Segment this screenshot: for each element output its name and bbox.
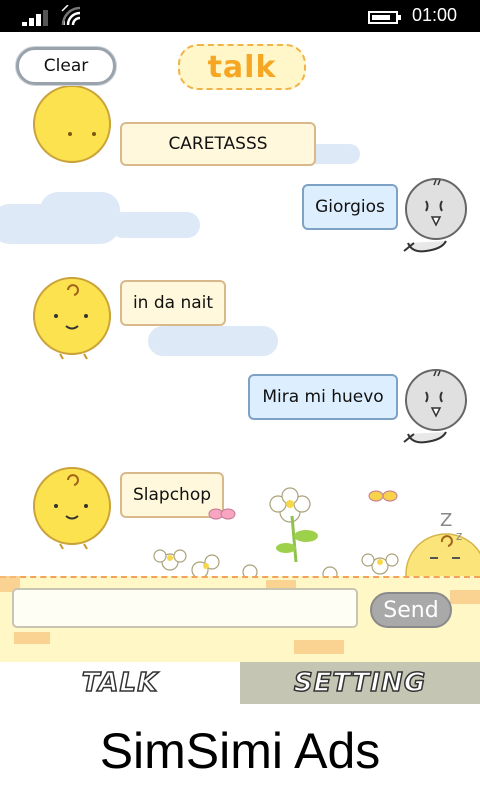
clock: 01:00 (412, 5, 458, 25)
input-area: Send (0, 576, 480, 662)
input-band-decoration (294, 640, 344, 654)
send-button[interactable]: Send (370, 592, 452, 628)
input-band-decoration (450, 590, 480, 604)
message-input[interactable] (12, 588, 358, 628)
status-bar: 01:00 (0, 0, 480, 32)
simsimi-avatar-icon (33, 85, 111, 166)
user-avatar-icon (403, 369, 467, 444)
clear-button[interactable]: Clear (16, 47, 116, 85)
input-band-decoration (14, 632, 50, 644)
user-message-bubble: Mira mi huevo (248, 374, 398, 420)
bot-message-bubble: in da nait (120, 280, 226, 326)
bot-message-bubble: CARETASSS (120, 122, 316, 166)
svg-text:z: z (456, 529, 462, 543)
bottom-tabs: TALK SETTING (0, 662, 480, 704)
talk-title-logo: talk (178, 44, 306, 90)
tab-setting[interactable]: SETTING (240, 662, 480, 704)
simsimi-avatar-icon (33, 467, 111, 550)
simsimi-avatar-icon (33, 277, 111, 360)
flowers-decoration: Z z (153, 487, 480, 582)
chat-area[interactable]: CARETASSS Giorgios in da nait Mira mi hu… (0, 32, 480, 662)
wifi-icon (61, 5, 81, 26)
user-avatar-icon (403, 178, 467, 253)
user-message-bubble: Giorgios (302, 184, 398, 230)
battery-icon (368, 11, 401, 24)
tab-talk[interactable]: TALK (0, 662, 240, 704)
ad-banner[interactable]: SimSimi Ads (0, 708, 480, 794)
signal-strength-icon (22, 8, 54, 26)
svg-text:Z: Z (440, 510, 452, 531)
